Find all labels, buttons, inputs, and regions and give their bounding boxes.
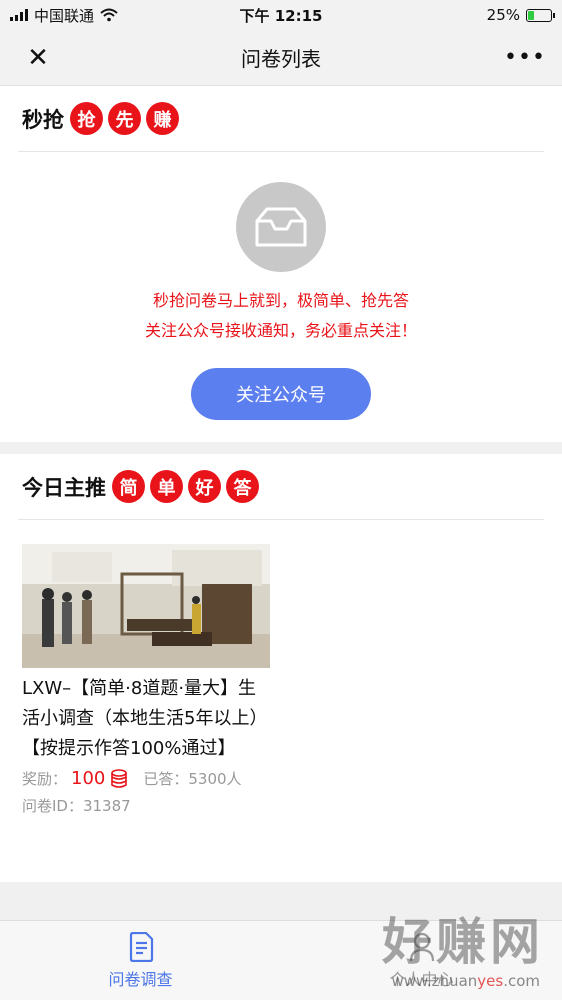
empty-message-line: 关注公众号接收通知，务必重点关注！ [144,321,417,340]
document-icon [129,931,153,962]
featured-badge: 好 [188,470,221,503]
flash-section-title: 秒抢 [22,107,64,132]
featured-badge: 答 [226,470,259,503]
reward-label: 奖励： [22,770,68,788]
empty-message-line: 秒抢问卷马上就到，极简单、抢先答 [152,291,409,310]
empty-state: 秒抢问卷马上就到，极简单、抢先答 关注公众号接收通知，务必重点关注！ 关注公众号 [0,152,562,442]
featured-section-header: 今日主推 简 单 好 答 [18,454,544,520]
flash-section-header: 秒抢 抢 先 赚 [18,86,544,152]
watermark-logo: 好赚网 [382,913,544,971]
battery-percent: 25% [486,6,520,24]
featured-section-title: 今日主推 [22,475,106,500]
status-right: 25% [486,6,555,24]
empty-message: 秒抢问卷马上就到，极简单、抢先答 关注公众号接收通知，务必重点关注！ [145,286,417,346]
featured-badge: 简 [112,470,145,503]
flash-badge: 先 [108,102,141,135]
carrier-label: 中国联通 [34,6,95,25]
featured-section: 今日主推 简 单 好 答 LXW–【简单·8道题·量大】生活小调查（本地生活5年… [0,454,562,882]
survey-card[interactable]: LXW–【简单·8道题·量大】生活小调查（本地生活5年以上）【按提示作答100%… [22,544,270,816]
survey-card-image [22,544,270,668]
flash-badge: 抢 [70,102,103,135]
flash-section: 秒抢 抢 先 赚 秒抢问卷马上就到，极简单、抢先答 关注公众号接收通知，务必重点… [0,86,562,442]
watermark-url-prefix: www.zhuan [391,972,478,990]
close-icon[interactable]: ✕ [18,43,58,73]
follow-account-button[interactable]: 关注公众号 [191,368,371,420]
answered-count: 已答：5300人 [143,770,242,788]
watermark-url: www.zhuanyes.com [391,972,540,990]
reward-value: 100 [71,768,106,789]
status-bar: 中国联通 下午 12:15 25% [0,0,562,30]
survey-id: 问卷ID：31387 [22,797,131,815]
survey-card-meta: 奖励： 100 已答：5300人 [22,768,270,789]
wifi-icon [100,8,118,22]
status-time: 下午 12:15 [239,6,323,25]
survey-card-title: LXW–【简单·8道题·量大】生活小调查（本地生活5年以上）【按提示作答100%… [22,678,268,759]
featured-badge: 单 [150,470,183,503]
more-icon[interactable]: ••• [504,45,545,70]
card-area: LXW–【简单·8道题·量大】生活小调查（本地生活5年以上）【按提示作答100%… [0,520,562,842]
watermark-url-highlight: yes [477,972,504,990]
status-left: 中国联通 [10,5,118,26]
watermark-url-suffix: .com [503,972,540,990]
nav-bar: ✕ 问卷列表 ••• [0,30,562,86]
signal-icon [10,9,28,21]
page-title: 问卷列表 [241,47,321,71]
battery-icon [526,8,555,22]
coin-stack-icon [111,768,128,788]
flash-badge: 赚 [146,102,179,135]
tab-label: 问卷调查 [108,969,173,989]
tab-survey[interactable]: 问卷调查 [0,921,281,1000]
inbox-icon [236,182,326,272]
